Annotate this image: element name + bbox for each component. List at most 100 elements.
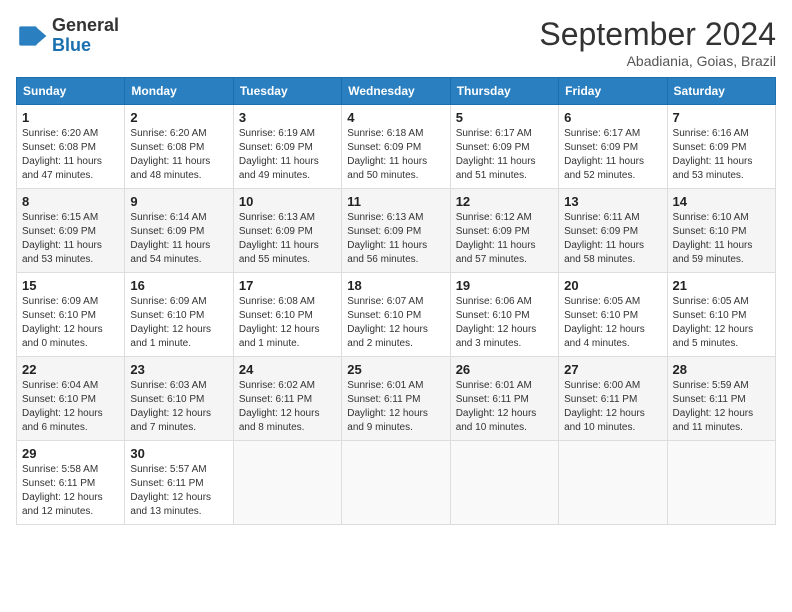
table-row: 15Sunrise: 6:09 AMSunset: 6:10 PMDayligh… — [17, 273, 125, 357]
day-info: Sunrise: 6:15 AMSunset: 6:09 PMDaylight:… — [22, 211, 119, 267]
calendar-week-row: 8 Sunrise: 6:15 AMSunset: 6:09 PMDaylight… — [17, 189, 776, 273]
table-row: 29 Sunrise: 5:58 AMSunset: 6:11 PMDayligh… — [17, 441, 125, 525]
day-info: Sunrise: 5:57 AMSunset: 6:11 PMDaylight:… — [130, 463, 227, 519]
header-row: Sunday Monday Tuesday Wednesday Thursday… — [17, 78, 776, 105]
day-number: 9 — [130, 194, 227, 209]
day-number: 3 — [239, 110, 336, 125]
col-wednesday: Wednesday — [342, 78, 450, 105]
day-number: 11 — [347, 194, 444, 209]
table-row: 11Sunrise: 6:13 AMSunset: 6:09 PMDayligh… — [342, 189, 450, 273]
day-number: 1 — [22, 110, 119, 125]
table-row: 20 Sunrise: 6:05 AMSunset: 6:10 PMDayligh… — [559, 273, 667, 357]
logo-text: General Blue — [52, 16, 119, 56]
table-row — [667, 441, 775, 525]
day-number: 22 — [22, 362, 119, 377]
day-info: Sunrise: 6:20 AMSunset: 6:08 PMDaylight:… — [22, 127, 119, 183]
day-info: Sunrise: 6:18 AMSunset: 6:09 PMDaylight:… — [347, 127, 444, 183]
day-info: Sunrise: 6:16 AMSunset: 6:09 PMDaylight:… — [673, 127, 770, 183]
table-row: 13 Sunrise: 6:11 AMSunset: 6:09 PMDayligh… — [559, 189, 667, 273]
day-info: Sunrise: 6:03 AMSunset: 6:10 PMDaylight:… — [130, 379, 227, 435]
page-header: General Blue September 2024 Abadiania, G… — [16, 16, 776, 69]
table-row: 2Sunrise: 6:20 AMSunset: 6:08 PMDaylight… — [125, 105, 233, 189]
calendar-table: Sunday Monday Tuesday Wednesday Thursday… — [16, 77, 776, 525]
day-info: Sunrise: 6:07 AMSunset: 6:10 PMDaylight:… — [347, 295, 444, 351]
day-info: Sunrise: 5:59 AMSunset: 6:11 PMDaylight:… — [673, 379, 770, 435]
table-row: 5 Sunrise: 6:17 AMSunset: 6:09 PMDaylight… — [450, 105, 558, 189]
table-row: 10 Sunrise: 6:13 AMSunset: 6:09 PMDayligh… — [233, 189, 341, 273]
day-info: Sunrise: 6:13 AMSunset: 6:09 PMDaylight:… — [239, 211, 336, 267]
day-number: 30 — [130, 446, 227, 461]
logo-blue: Blue — [52, 35, 91, 55]
table-row — [342, 441, 450, 525]
table-row: 17Sunrise: 6:08 AMSunset: 6:10 PMDayligh… — [233, 273, 341, 357]
table-row: 16 Sunrise: 6:09 AMSunset: 6:10 PMDayligh… — [125, 273, 233, 357]
day-number: 19 — [456, 278, 553, 293]
day-number: 27 — [564, 362, 661, 377]
col-tuesday: Tuesday — [233, 78, 341, 105]
day-info: Sunrise: 6:14 AMSunset: 6:09 PMDaylight:… — [130, 211, 227, 267]
day-number: 6 — [564, 110, 661, 125]
table-row — [559, 441, 667, 525]
col-saturday: Saturday — [667, 78, 775, 105]
col-friday: Friday — [559, 78, 667, 105]
logo-icon — [16, 20, 48, 52]
day-info: Sunrise: 5:58 AMSunset: 6:11 PMDaylight:… — [22, 463, 119, 519]
day-number: 23 — [130, 362, 227, 377]
table-row: 24Sunrise: 6:02 AMSunset: 6:11 PMDayligh… — [233, 357, 341, 441]
col-thursday: Thursday — [450, 78, 558, 105]
table-row: 14 Sunrise: 6:10 AMSunset: 6:10 PMDayligh… — [667, 189, 775, 273]
location-subtitle: Abadiania, Goias, Brazil — [539, 53, 776, 69]
month-title: September 2024 — [539, 16, 776, 53]
calendar-week-row: 29 Sunrise: 5:58 AMSunset: 6:11 PMDayligh… — [17, 441, 776, 525]
day-info: Sunrise: 6:05 AMSunset: 6:10 PMDaylight:… — [564, 295, 661, 351]
day-info: Sunrise: 6:17 AMSunset: 6:09 PMDaylight:… — [564, 127, 661, 183]
table-row: 27 Sunrise: 6:00 AMSunset: 6:11 PMDayligh… — [559, 357, 667, 441]
day-number: 28 — [673, 362, 770, 377]
table-row — [450, 441, 558, 525]
day-number: 17 — [239, 278, 336, 293]
day-number: 5 — [456, 110, 553, 125]
table-row: 23 Sunrise: 6:03 AMSunset: 6:10 PMDayligh… — [125, 357, 233, 441]
day-number: 13 — [564, 194, 661, 209]
table-row — [233, 441, 341, 525]
calendar-week-row: 22Sunrise: 6:04 AMSunset: 6:10 PMDayligh… — [17, 357, 776, 441]
day-info: Sunrise: 6:20 AMSunset: 6:08 PMDaylight:… — [130, 127, 227, 183]
calendar-header: Sunday Monday Tuesday Wednesday Thursday… — [17, 78, 776, 105]
table-row: 9 Sunrise: 6:14 AMSunset: 6:09 PMDaylight… — [125, 189, 233, 273]
table-row: 7 Sunrise: 6:16 AMSunset: 6:09 PMDaylight… — [667, 105, 775, 189]
day-info: Sunrise: 6:01 AMSunset: 6:11 PMDaylight:… — [347, 379, 444, 435]
table-row: 25Sunrise: 6:01 AMSunset: 6:11 PMDayligh… — [342, 357, 450, 441]
day-number: 26 — [456, 362, 553, 377]
day-info: Sunrise: 6:19 AMSunset: 6:09 PMDaylight:… — [239, 127, 336, 183]
day-number: 7 — [673, 110, 770, 125]
day-number: 29 — [22, 446, 119, 461]
logo: General Blue — [16, 16, 119, 56]
day-number: 8 — [22, 194, 119, 209]
calendar-week-row: 15Sunrise: 6:09 AMSunset: 6:10 PMDayligh… — [17, 273, 776, 357]
calendar-week-row: 1 Sunrise: 6:20 AMSunset: 6:08 PMDaylight… — [17, 105, 776, 189]
table-row: 18Sunrise: 6:07 AMSunset: 6:10 PMDayligh… — [342, 273, 450, 357]
day-number: 20 — [564, 278, 661, 293]
day-info: Sunrise: 6:06 AMSunset: 6:10 PMDaylight:… — [456, 295, 553, 351]
table-row: 6 Sunrise: 6:17 AMSunset: 6:09 PMDaylight… — [559, 105, 667, 189]
day-number: 14 — [673, 194, 770, 209]
day-info: Sunrise: 6:00 AMSunset: 6:11 PMDaylight:… — [564, 379, 661, 435]
day-number: 24 — [239, 362, 336, 377]
day-number: 21 — [673, 278, 770, 293]
day-number: 10 — [239, 194, 336, 209]
day-info: Sunrise: 6:05 AMSunset: 6:10 PMDaylight:… — [673, 295, 770, 351]
day-info: Sunrise: 6:09 AMSunset: 6:10 PMDaylight:… — [130, 295, 227, 351]
table-row: 12Sunrise: 6:12 AMSunset: 6:09 PMDayligh… — [450, 189, 558, 273]
table-row: 3 Sunrise: 6:19 AMSunset: 6:09 PMDaylight… — [233, 105, 341, 189]
day-info: Sunrise: 6:17 AMSunset: 6:09 PMDaylight:… — [456, 127, 553, 183]
logo-general: General — [52, 15, 119, 35]
day-info: Sunrise: 6:11 AMSunset: 6:09 PMDaylight:… — [564, 211, 661, 267]
day-info: Sunrise: 6:01 AMSunset: 6:11 PMDaylight:… — [456, 379, 553, 435]
day-number: 16 — [130, 278, 227, 293]
table-row: 22Sunrise: 6:04 AMSunset: 6:10 PMDayligh… — [17, 357, 125, 441]
table-row: 28 Sunrise: 5:59 AMSunset: 6:11 PMDayligh… — [667, 357, 775, 441]
table-row: 1 Sunrise: 6:20 AMSunset: 6:08 PMDaylight… — [17, 105, 125, 189]
day-info: Sunrise: 6:09 AMSunset: 6:10 PMDaylight:… — [22, 295, 119, 351]
day-info: Sunrise: 6:10 AMSunset: 6:10 PMDaylight:… — [673, 211, 770, 267]
day-number: 4 — [347, 110, 444, 125]
